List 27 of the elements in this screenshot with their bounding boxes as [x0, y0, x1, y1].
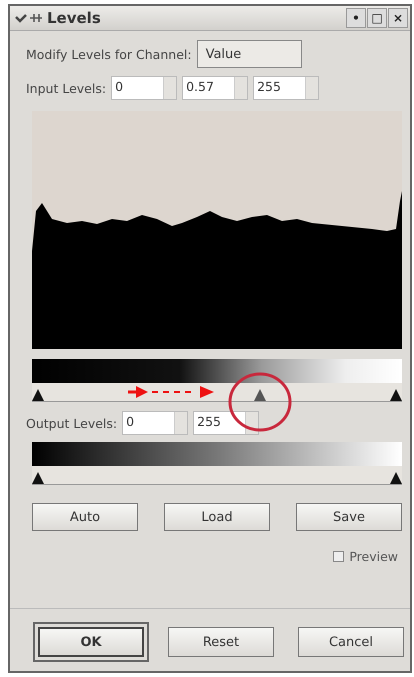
- channel-dropdown[interactable]: Value: [196, 40, 302, 68]
- window-title: Levels: [47, 9, 102, 27]
- spin-field[interactable]: 0: [122, 411, 188, 435]
- channel-label: Modify Levels for Channel:: [26, 46, 192, 62]
- slider-handle[interactable]: [254, 389, 266, 401]
- spin-field[interactable]: 0: [111, 76, 178, 100]
- highlight-circle: [227, 371, 293, 433]
- spin-field[interactable]: 255: [193, 411, 260, 435]
- slider-handle[interactable]: [32, 389, 44, 401]
- action-button[interactable]: Load: [164, 503, 270, 531]
- output-levels-label: Output Levels:: [26, 416, 118, 430]
- input-levels-label: Input Levels:: [26, 80, 106, 96]
- dialog-button[interactable]: Reset: [168, 627, 274, 657]
- window-control[interactable]: ×: [388, 8, 408, 28]
- slider-handle[interactable]: [32, 472, 44, 484]
- slider-track[interactable]: [32, 466, 402, 485]
- slider-handle[interactable]: [390, 472, 402, 484]
- spin-field[interactable]: 0.57: [182, 76, 248, 100]
- dialog-button[interactable]: Cancel: [298, 627, 404, 657]
- window-control[interactable]: •: [346, 8, 366, 28]
- action-button[interactable]: Save: [296, 503, 402, 531]
- window-control[interactable]: □: [367, 8, 387, 28]
- slider-track[interactable]: [32, 383, 402, 402]
- spin-field[interactable]: 255: [253, 76, 320, 100]
- preview-checkbox[interactable]: Preview: [333, 549, 398, 564]
- slider-handle[interactable]: [390, 389, 402, 401]
- action-button[interactable]: Auto: [32, 503, 138, 531]
